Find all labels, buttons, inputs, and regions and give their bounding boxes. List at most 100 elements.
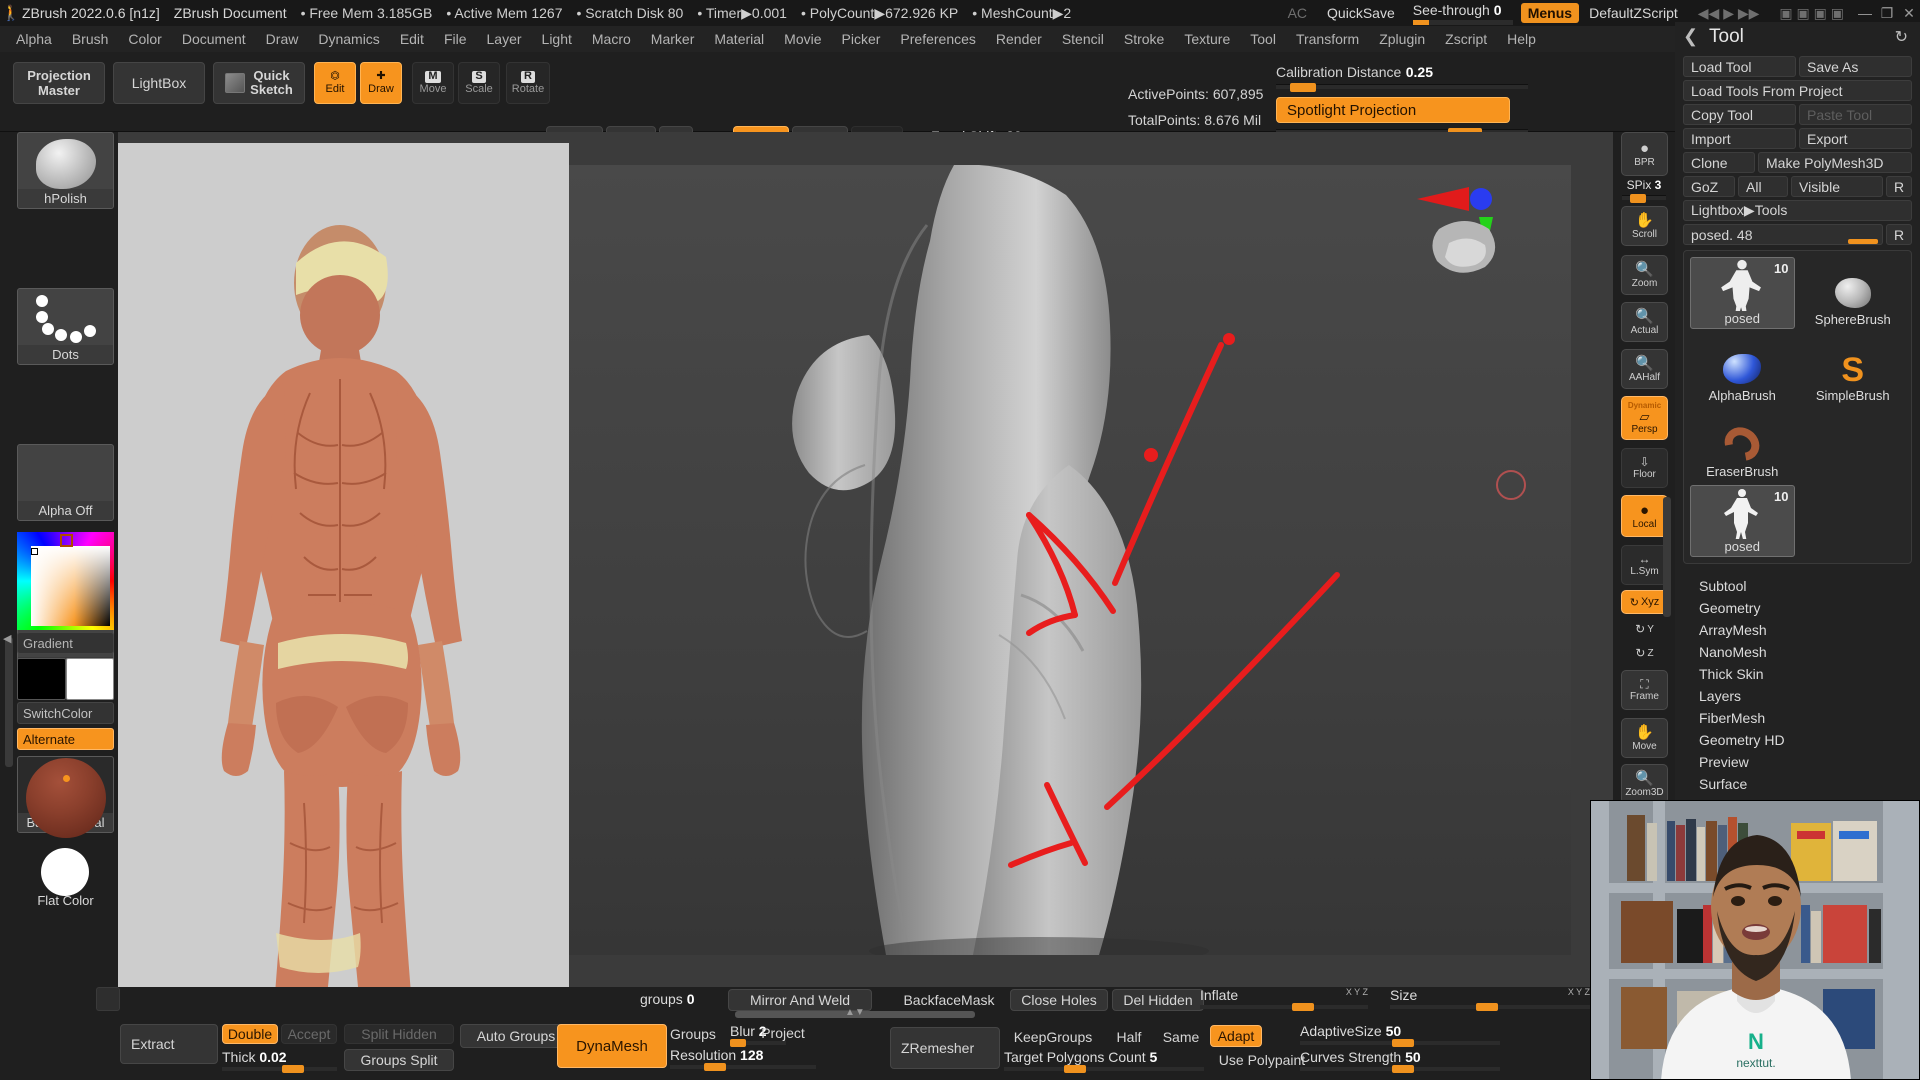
resolution-track[interactable] — [670, 1063, 816, 1071]
frame-button[interactable]: ⛶ Frame — [1621, 670, 1668, 710]
menu-item-macro[interactable]: Macro — [582, 29, 641, 49]
webcam-overlay[interactable]: N nexttut. — [1590, 800, 1920, 1080]
menu-item-stroke[interactable]: Stroke — [1114, 29, 1174, 49]
spotlight-projection-button[interactable]: Spotlight Projection — [1276, 97, 1510, 123]
lightbox-button[interactable]: LightBox — [113, 62, 205, 104]
menu-item-document[interactable]: Document — [172, 29, 256, 49]
playback-icons[interactable]: ◀◀ ▶ ▶▶ — [1698, 5, 1760, 22]
local-button[interactable]: ● Local — [1621, 495, 1668, 537]
inflate-slider[interactable]: Inflate X Y Z — [1200, 987, 1368, 1011]
tool-section-thick-skin[interactable]: Thick Skin — [1683, 663, 1912, 685]
zoom-button[interactable]: 🔍 Zoom — [1621, 255, 1668, 295]
zoom3d-button[interactable]: 🔍 Zoom3D — [1621, 764, 1668, 804]
scroll-button[interactable]: ✋ Scroll — [1621, 206, 1668, 246]
tool-section-subtool[interactable]: Subtool — [1683, 575, 1912, 597]
thick-slider[interactable]: Thick 0.02 — [222, 1049, 337, 1073]
default-zscript-label[interactable]: DefaultZScript — [1589, 5, 1678, 21]
menu-item-file[interactable]: File — [434, 29, 477, 49]
menu-item-color[interactable]: Color — [118, 29, 171, 49]
dynamesh-button[interactable]: DynaMesh — [557, 1024, 667, 1068]
calibration-distance-handle[interactable] — [1290, 83, 1316, 92]
left-shelf-scroll-arrows[interactable]: ◀ — [3, 632, 11, 645]
menu-item-texture[interactable]: Texture — [1174, 29, 1240, 49]
rotate-button[interactable]: R Rotate — [506, 62, 550, 104]
adapt-button[interactable]: Adapt — [1210, 1025, 1262, 1047]
scale-button[interactable]: S Scale — [458, 62, 500, 104]
tool-section-nanomesh[interactable]: NanoMesh — [1683, 641, 1912, 663]
primary-color-swatch[interactable] — [65, 658, 114, 700]
adaptive-size-handle[interactable] — [1392, 1039, 1414, 1047]
paste-tool-button[interactable]: Paste Tool — [1799, 104, 1912, 125]
thick-track[interactable] — [222, 1065, 337, 1073]
see-through-handle[interactable] — [1412, 19, 1429, 25]
resolution-slider[interactable]: Resolution 128 — [670, 1047, 816, 1071]
tool-section-geometry[interactable]: Geometry — [1683, 597, 1912, 619]
del-hidden-button[interactable]: Del Hidden — [1112, 989, 1204, 1011]
split-hidden-button[interactable]: Split Hidden — [344, 1024, 454, 1044]
extract-button[interactable]: Extract — [120, 1024, 218, 1064]
menu-item-dynamics[interactable]: Dynamics — [308, 29, 389, 49]
menu-item-material[interactable]: Material — [704, 29, 774, 49]
import-button[interactable]: Import — [1683, 128, 1796, 149]
tool-section-arraymesh[interactable]: ArrayMesh — [1683, 619, 1912, 641]
menu-item-alpha[interactable]: Alpha — [6, 29, 62, 49]
tool-thumb-posed-2[interactable]: 10 posed — [1690, 485, 1795, 557]
groups-button[interactable]: Groups — [670, 1024, 728, 1044]
move-button[interactable]: M Move — [412, 62, 454, 104]
target-polygons-slider[interactable]: Target Polygons Count 5 — [1004, 1049, 1204, 1073]
menus-button[interactable]: Menus — [1520, 3, 1580, 23]
quicksave-button[interactable]: QuickSave — [1327, 5, 1395, 21]
canvas-area[interactable] — [118, 132, 1613, 987]
menu-item-zscript[interactable]: Zscript — [1435, 29, 1497, 49]
quick-sketch-button[interactable]: Quick Sketch — [213, 62, 305, 104]
adaptive-size-slider[interactable]: AdaptiveSize 50 — [1300, 1023, 1500, 1047]
see-through-track[interactable] — [1412, 19, 1513, 25]
edit-button[interactable]: ⏣ Edit — [314, 62, 356, 104]
menu-item-layer[interactable]: Layer — [477, 29, 532, 49]
lightbox-tools-button[interactable]: Lightbox▶Tools — [1683, 200, 1912, 221]
goz-button[interactable]: GoZ — [1683, 176, 1735, 197]
xyz-button[interactable]: ↻ Xyz — [1621, 590, 1668, 614]
menu-item-picker[interactable]: Picker — [832, 29, 891, 49]
adaptive-size-track[interactable] — [1300, 1039, 1500, 1047]
use-polypaint-button[interactable]: Use Polypaint — [1210, 1049, 1314, 1071]
color-swatches[interactable] — [17, 658, 114, 700]
left-shelf-scrollbar[interactable] — [5, 637, 13, 767]
alpha-selector[interactable]: Alpha Off — [17, 444, 114, 521]
projection-master-button[interactable]: Projection Master — [13, 62, 105, 104]
brush-selector[interactable]: hPolish — [17, 132, 114, 209]
zscript-tool-icons[interactable]: ▣ ▣ ▣ ▣ — [1779, 5, 1844, 22]
alternate-button[interactable]: Alternate — [17, 728, 114, 750]
current-tool-name-field[interactable]: posed. 48 — [1683, 224, 1883, 245]
calibration-distance-track[interactable] — [1276, 83, 1528, 92]
right-shelf-scrollbar[interactable] — [1663, 497, 1671, 617]
bpr-render-button[interactable]: ● BPR — [1621, 132, 1668, 176]
goz-visible-button[interactable]: Visible — [1791, 176, 1883, 197]
blur-handle[interactable] — [730, 1039, 746, 1047]
resolution-handle[interactable] — [704, 1063, 726, 1071]
size-track[interactable] — [1390, 1003, 1590, 1011]
window-minimize-button[interactable]: — — [1854, 5, 1876, 21]
rotate-y-button[interactable]: ↻ Y — [1621, 618, 1668, 640]
menu-item-tool[interactable]: Tool — [1240, 29, 1286, 49]
menu-item-movie[interactable]: Movie — [774, 29, 831, 49]
aahalf-button[interactable]: 🔍 AAHalf — [1621, 349, 1668, 389]
spix-handle[interactable] — [1630, 194, 1646, 203]
current-tool-r-button[interactable]: R — [1886, 224, 1912, 245]
persp-button[interactable]: Dynamic ▱ Persp — [1621, 396, 1668, 440]
menu-item-light[interactable]: Light — [532, 29, 582, 49]
switch-color-button[interactable]: SwitchColor — [17, 702, 114, 724]
flat-color-selector[interactable]: Flat Color — [17, 848, 114, 908]
copy-tool-button[interactable]: Copy Tool — [1683, 104, 1796, 125]
menu-item-marker[interactable]: Marker — [641, 29, 705, 49]
menu-item-stencil[interactable]: Stencil — [1052, 29, 1114, 49]
menu-item-draw[interactable]: Draw — [256, 29, 309, 49]
color-picker[interactable] — [17, 532, 114, 630]
groups-split-button[interactable]: Groups Split — [344, 1049, 454, 1071]
menu-item-render[interactable]: Render — [986, 29, 1052, 49]
menu-item-edit[interactable]: Edit — [390, 29, 434, 49]
reset-circular-arrow-icon[interactable]: ↻ — [1895, 27, 1908, 47]
load-tool-button[interactable]: Load Tool — [1683, 56, 1796, 77]
secondary-color-swatch[interactable] — [17, 658, 66, 700]
tool-thumb-simplebrush[interactable]: S SimpleBrush — [1801, 333, 1906, 405]
